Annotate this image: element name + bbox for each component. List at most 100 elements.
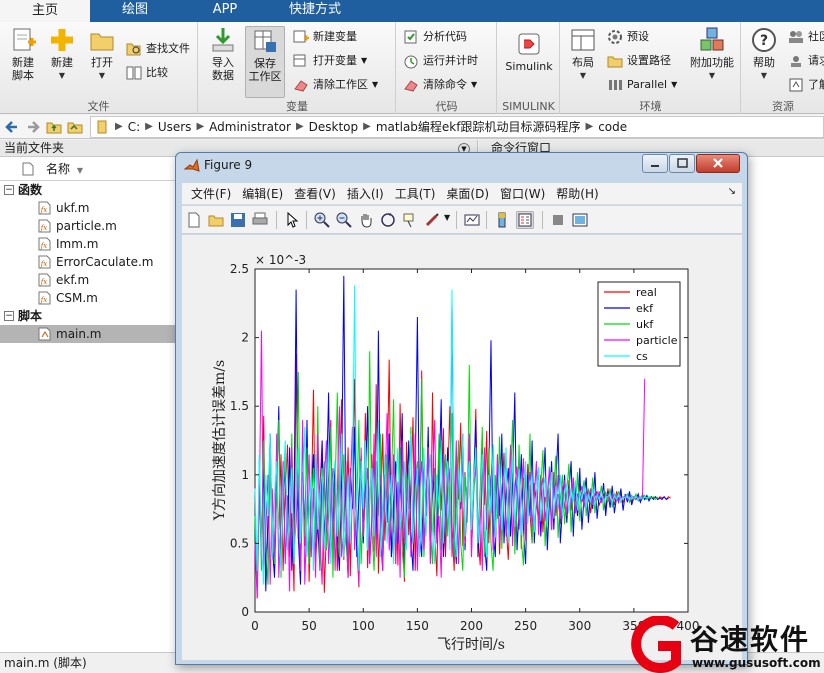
clear-commands-button[interactable]: 清除命令 ▼ xyxy=(403,76,477,94)
save-workspace-label: 保存 工作区 xyxy=(248,57,282,83)
parallel-icon xyxy=(609,80,622,90)
menu-view[interactable]: 查看(V) xyxy=(294,185,336,202)
menu-desktop[interactable]: 桌面(D) xyxy=(446,185,489,202)
breadcrumb-item[interactable]: Administrator xyxy=(209,120,291,134)
community-button[interactable]: 社区 xyxy=(788,28,824,46)
open-label: 打开 xyxy=(91,56,113,69)
analyze-code-button[interactable]: 分析代码 xyxy=(403,28,467,46)
print-icon[interactable] xyxy=(252,212,268,228)
collapse-icon[interactable]: − xyxy=(4,311,14,321)
y-axis-label: Y方向加速度估计误差m/s xyxy=(212,360,228,521)
new-button[interactable]: 新建 ▼ xyxy=(44,26,80,82)
open-file-icon[interactable] xyxy=(208,212,224,228)
request-label: 请求 xyxy=(808,54,824,67)
script-file-icon xyxy=(38,327,51,341)
menu-insert[interactable]: 插入(I) xyxy=(347,185,384,202)
menu-tools[interactable]: 工具(T) xyxy=(395,185,436,202)
data-cursor-icon[interactable] xyxy=(402,212,418,228)
compare-icon xyxy=(126,66,142,80)
back-button[interactable] xyxy=(3,118,21,136)
colorbar-icon[interactable] xyxy=(494,212,510,228)
preferences-button[interactable]: 预设 xyxy=(607,28,649,46)
file-name: ekf.m xyxy=(56,273,90,287)
legend-label-ekf: ekf xyxy=(636,302,654,315)
save-workspace-button[interactable]: 保存 工作区 xyxy=(245,26,285,98)
tab-plots[interactable]: 绘图 xyxy=(90,0,180,22)
y-tick-label: 0.5 xyxy=(230,536,249,550)
zoom-out-icon[interactable] xyxy=(336,212,352,228)
toolbar-separator xyxy=(486,211,487,229)
breadcrumb-separator: ▶ xyxy=(115,121,123,132)
layout-button[interactable]: 布局 ▼ xyxy=(565,26,601,82)
collapse-icon[interactable]: − xyxy=(4,185,14,195)
open-variable-icon xyxy=(293,54,306,67)
close-button[interactable] xyxy=(696,154,740,173)
x-tick-label: 250 xyxy=(514,619,537,633)
tab-apps[interactable]: APP xyxy=(180,0,270,22)
forward-button[interactable] xyxy=(24,118,42,136)
breadcrumb-separator: ▶ xyxy=(585,121,594,132)
find-files-button[interactable]: 查找文件 xyxy=(126,40,190,58)
rotate-3d-icon[interactable] xyxy=(380,212,396,228)
browse-folder-button[interactable] xyxy=(66,118,84,136)
request-support-button[interactable]: 请求 xyxy=(788,52,824,70)
open-button[interactable]: 打开 ▼ xyxy=(84,26,120,82)
set-path-label: 设置路径 xyxy=(627,54,671,67)
open-variable-label: 打开变量 xyxy=(313,54,357,67)
run-time-icon xyxy=(404,55,418,69)
x-tick-label: 0 xyxy=(251,619,259,633)
run-and-time-button[interactable]: 运行并计时 xyxy=(403,52,478,70)
menu-help[interactable]: 帮助(H) xyxy=(556,185,598,202)
new-script-label: 新建 脚本 xyxy=(12,56,34,82)
compare-button[interactable]: 比较 xyxy=(126,64,168,82)
save-workspace-icon xyxy=(254,30,276,52)
menu-file[interactable]: 文件(F) xyxy=(191,185,231,202)
import-data-button[interactable]: 导入 数据 xyxy=(205,26,241,82)
pan-hand-icon[interactable] xyxy=(358,212,374,228)
addons-cubes-icon xyxy=(700,27,724,51)
figure-title-bar[interactable]: Figure 9 xyxy=(176,153,747,179)
breadcrumb-item[interactable]: C: xyxy=(128,120,140,134)
breadcrumb-item[interactable]: Desktop xyxy=(309,120,359,134)
clear-workspace-button[interactable]: 清除工作区 ▼ xyxy=(293,76,378,94)
clear-commands-icon xyxy=(404,80,418,92)
tab-shortcuts[interactable]: 快捷方式 xyxy=(270,0,360,22)
tab-home[interactable]: 主页 xyxy=(0,0,90,22)
legend-label-particle: particle xyxy=(636,334,678,347)
set-path-button[interactable]: 设置路径 xyxy=(607,52,671,70)
new-variable-button[interactable]: 新建变量 xyxy=(293,28,357,46)
breadcrumb-item[interactable]: code xyxy=(598,120,627,134)
breadcrumb-item[interactable]: matlab编程ekf跟踪机动目标源码程序 xyxy=(376,118,581,135)
brush-dropdown-icon[interactable]: ▼ xyxy=(444,213,450,222)
up-folder-button[interactable] xyxy=(45,118,63,136)
new-figure-icon[interactable] xyxy=(186,212,202,228)
simulink-button[interactable]: Simulink xyxy=(502,30,556,73)
open-variable-button[interactable]: 打开变量 ▼ xyxy=(293,52,367,70)
menu-window[interactable]: 窗口(W) xyxy=(500,185,545,202)
function-file-icon: fx xyxy=(38,237,51,251)
addons-button[interactable]: 附加功能 ▼ xyxy=(687,26,737,82)
tree-group-label: 函数 xyxy=(18,183,43,197)
breadcrumb-item[interactable]: Users xyxy=(158,120,192,134)
menu-edit[interactable]: 编辑(E) xyxy=(242,185,283,202)
minimize-button[interactable] xyxy=(642,154,668,173)
new-script-button[interactable]: 新建 脚本 xyxy=(6,26,40,82)
hide-plot-tools-icon[interactable] xyxy=(550,212,566,228)
save-icon[interactable] xyxy=(230,212,246,228)
ribbon-group-label: 代码 xyxy=(435,100,458,113)
x-axis-label: 飞行时间/s xyxy=(437,637,505,653)
legend-icon[interactable] xyxy=(516,211,534,229)
link-plot-icon[interactable] xyxy=(464,212,480,228)
help-button[interactable]: ? 帮助 ▼ xyxy=(746,26,782,82)
preferences-label: 预设 xyxy=(627,30,649,43)
pointer-icon[interactable] xyxy=(284,212,300,228)
new-variable-label: 新建变量 xyxy=(313,30,357,43)
show-plot-tools-icon[interactable] xyxy=(572,212,588,228)
maximize-button[interactable] xyxy=(669,154,695,173)
figure-toolbar: ▼ xyxy=(182,206,742,234)
learn-button[interactable]: 了解 xyxy=(788,76,824,94)
zoom-in-icon[interactable] xyxy=(314,212,330,228)
dock-arrow-icon[interactable]: ↘ xyxy=(728,186,736,197)
brush-icon[interactable] xyxy=(424,212,440,228)
parallel-button[interactable]: Parallel ▼ xyxy=(607,76,677,94)
